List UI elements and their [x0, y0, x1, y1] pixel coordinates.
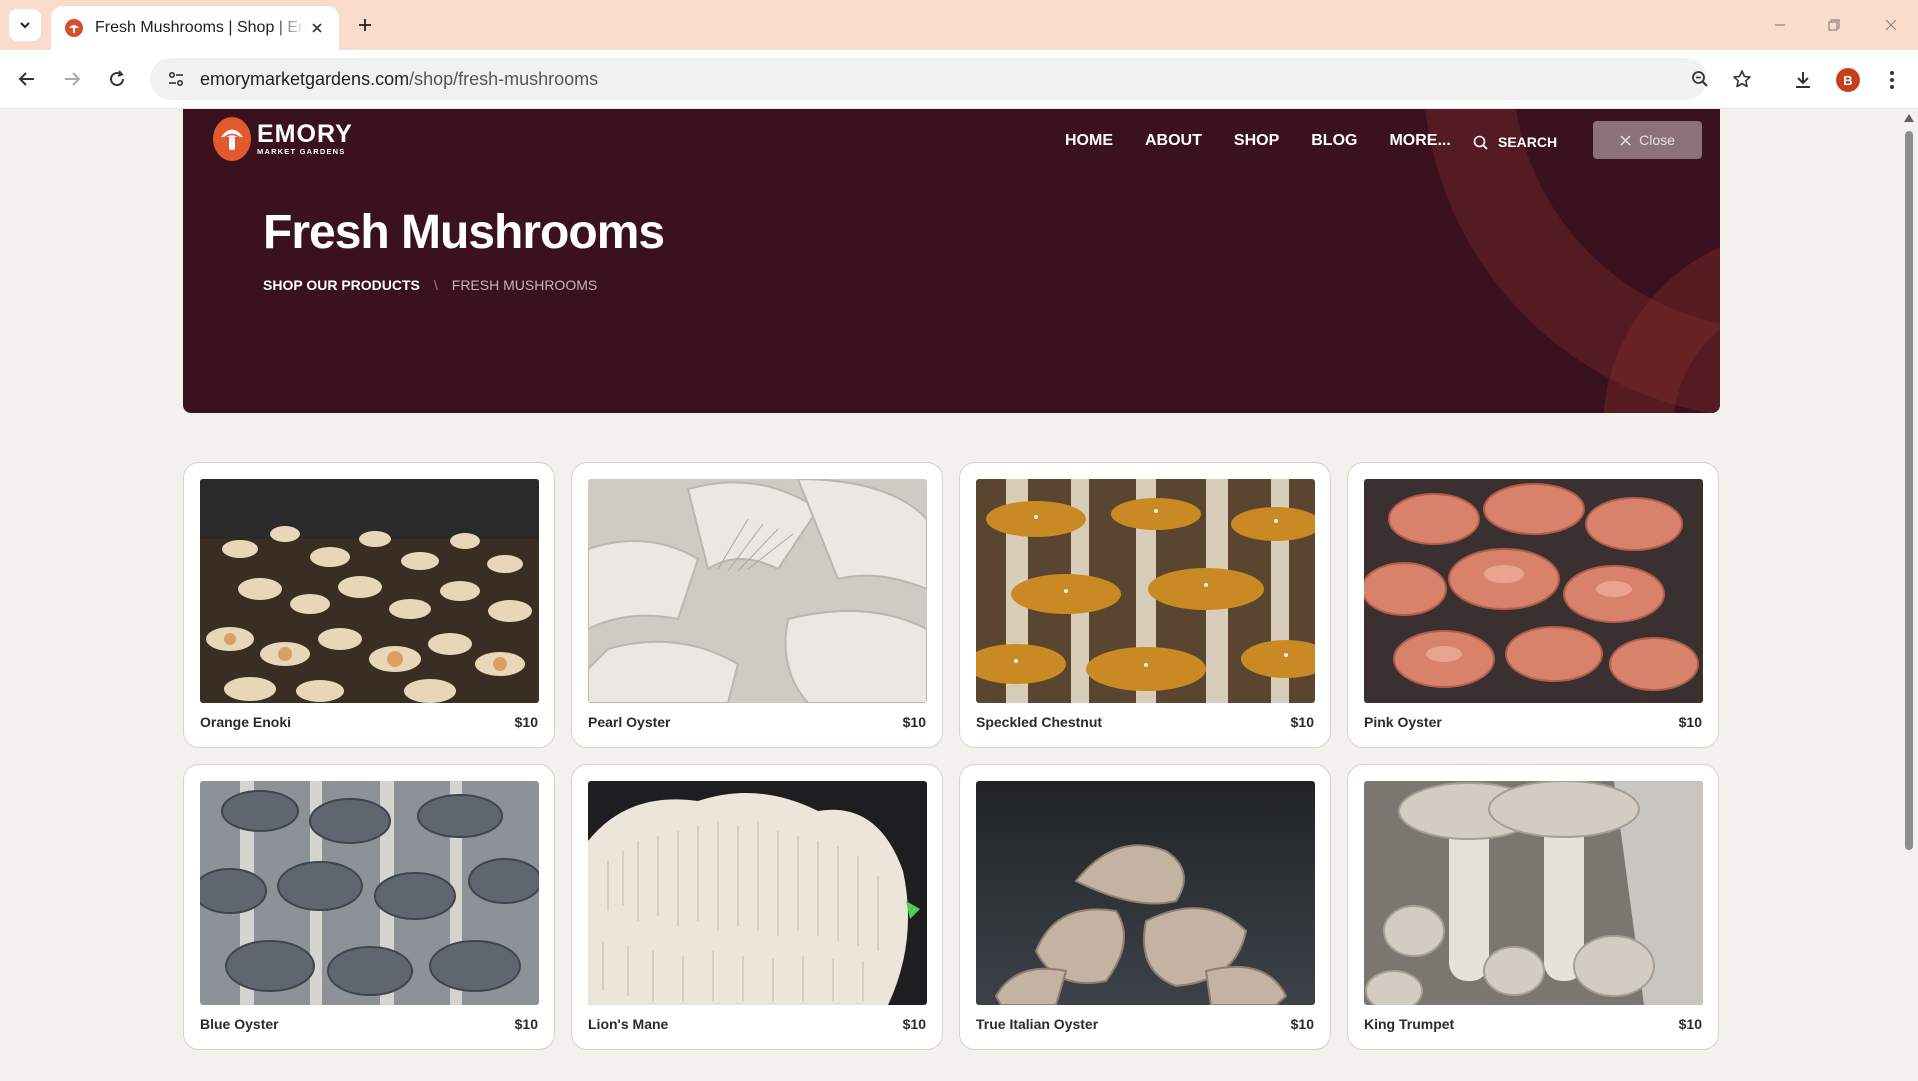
product-name[interactable]: Pink Oyster [1364, 714, 1442, 730]
window-close-button[interactable] [1878, 12, 1904, 38]
reload-button[interactable] [102, 64, 132, 94]
product-price: $10 [1290, 714, 1314, 730]
product-name[interactable]: Pearl Oyster [588, 714, 671, 730]
restore-icon [1828, 19, 1840, 31]
close-button[interactable]: Close [1593, 121, 1702, 159]
star-icon [1733, 70, 1751, 88]
product-card[interactable]: Blue Oyster $10 [183, 764, 555, 1050]
breadcrumb-current: FRESH MUSHROOMS [451, 277, 598, 293]
url-text: emorymarketgardens.com/shop/fresh-mushro… [200, 69, 598, 90]
main-nav: HOME ABOUT SHOP BLOG MORE... [1065, 132, 1483, 150]
zoom-icon [1692, 71, 1708, 87]
browser-tab-bar: Fresh Mushrooms | Shop | Emory Market Ga… [0, 0, 1918, 50]
tune-icon [168, 71, 184, 87]
mushroom-favicon-icon [65, 19, 83, 37]
page-viewport: EMORY MARKET GARDENS HOME ABOUT SHOP BLO… [0, 109, 1918, 1081]
close-label: Close [1639, 132, 1675, 148]
browser-toolbar: emorymarketgardens.com/shop/fresh-mushro… [0, 50, 1918, 109]
product-card[interactable]: Orange Enoki $10 [183, 462, 555, 748]
product-name[interactable]: True Italian Oyster [976, 1016, 1098, 1032]
profile-button[interactable]: B [1832, 64, 1864, 96]
product-name[interactable]: King Trumpet [1364, 1016, 1454, 1032]
page-scrollbar[interactable] [1900, 109, 1918, 1081]
site-info-button[interactable] [156, 58, 196, 100]
close-icon [1885, 19, 1897, 31]
address-bar[interactable]: emorymarketgardens.com/shop/fresh-mushro… [150, 58, 1751, 100]
minimize-button[interactable] [1767, 12, 1793, 38]
product-image-speckled-chestnut[interactable] [976, 479, 1315, 703]
nav-about[interactable]: ABOUT [1145, 132, 1202, 150]
product-image-blue-oyster[interactable] [200, 781, 539, 1005]
product-card[interactable]: Speckled Chestnut $10 [959, 462, 1331, 748]
close-icon [312, 23, 322, 33]
product-image-pearl-oyster[interactable] [588, 479, 927, 703]
tab-title: Fresh Mushrooms | Shop | Emory Market Ga… [95, 19, 305, 36]
product-price: $10 [514, 714, 538, 730]
site-logo[interactable]: EMORY MARKET GARDENS [213, 117, 353, 161]
tab-search-button[interactable] [9, 9, 41, 41]
product-name[interactable]: Blue Oyster [200, 1016, 279, 1032]
product-card[interactable]: Lion's Mane $10 [571, 764, 943, 1050]
tab-close-button[interactable] [307, 18, 327, 38]
page-title: Fresh Mushrooms [263, 206, 665, 259]
product-image-pink-oyster[interactable] [1364, 479, 1703, 703]
zoom-button[interactable] [1684, 63, 1716, 95]
new-tab-button[interactable] [351, 11, 379, 39]
logo-subtitle: MARKET GARDENS [257, 146, 346, 156]
product-price: $10 [1678, 714, 1702, 730]
logo-name: EMORY [257, 119, 353, 148]
minimize-icon [1775, 24, 1785, 26]
search-button[interactable]: SEARCH [1473, 134, 1557, 150]
active-tab[interactable]: Fresh Mushrooms | Shop | Emory Market Ga… [51, 6, 339, 50]
product-name[interactable]: Orange Enoki [200, 714, 291, 730]
back-button[interactable] [12, 64, 42, 94]
product-card[interactable]: Pearl Oyster $10 [571, 462, 943, 748]
avatar: B [1836, 68, 1860, 92]
breadcrumb: SHOP OUR PRODUCTS \ FRESH MUSHROOMS [263, 277, 597, 293]
breadcrumb-separator: \ [433, 277, 438, 293]
product-name[interactable]: Lion's Mane [588, 1016, 668, 1032]
search-label: SEARCH [1498, 134, 1558, 150]
product-price: $10 [1678, 1016, 1702, 1032]
more-vertical-icon [1890, 71, 1894, 89]
mushroom-logo-icon [213, 117, 251, 161]
product-image-true-italian-oyster[interactable] [976, 781, 1315, 1005]
downloads-button[interactable] [1787, 64, 1819, 96]
restore-button[interactable] [1821, 12, 1847, 38]
product-price: $10 [902, 1016, 926, 1032]
url-domain: emorymarketgardens.com [200, 68, 410, 89]
bookmark-button[interactable] [1726, 63, 1758, 95]
nav-shop[interactable]: SHOP [1234, 132, 1279, 150]
url-path: /shop/fresh-mushrooms [409, 68, 599, 89]
product-card[interactable]: Pink Oyster $10 [1347, 462, 1719, 748]
scrollbar-thumb[interactable] [1905, 131, 1913, 850]
nav-more[interactable]: MORE... [1389, 132, 1450, 150]
nav-home[interactable]: HOME [1065, 132, 1113, 150]
product-price: $10 [902, 714, 926, 730]
product-image-king-trumpet[interactable] [1364, 781, 1703, 1005]
nav-blog[interactable]: BLOG [1311, 132, 1357, 150]
scroll-up-arrow[interactable] [1904, 113, 1914, 123]
download-icon [1796, 72, 1810, 88]
product-card[interactable]: King Trumpet $10 [1347, 764, 1719, 1050]
arrow-right-icon [65, 72, 81, 86]
close-icon [1620, 134, 1631, 146]
triangle-up-icon [1904, 114, 1914, 122]
chevron-down-icon [20, 22, 30, 29]
product-image-orange-enoki[interactable] [200, 479, 539, 703]
search-icon [1473, 135, 1488, 150]
browser-menu-button[interactable] [1876, 64, 1908, 96]
product-price: $10 [1290, 1016, 1314, 1032]
reload-icon [110, 70, 125, 87]
forward-button[interactable] [57, 64, 87, 94]
product-price: $10 [514, 1016, 538, 1032]
hero-banner: EMORY MARKET GARDENS HOME ABOUT SHOP BLO… [183, 109, 1720, 413]
product-card[interactable]: True Italian Oyster $10 [959, 764, 1331, 1050]
plus-icon [359, 19, 371, 31]
breadcrumb-shop-link[interactable]: SHOP OUR PRODUCTS [263, 277, 420, 293]
product-image-lions-mane[interactable] [588, 781, 927, 1005]
product-name[interactable]: Speckled Chestnut [976, 714, 1102, 730]
arrow-left-icon [18, 72, 34, 86]
